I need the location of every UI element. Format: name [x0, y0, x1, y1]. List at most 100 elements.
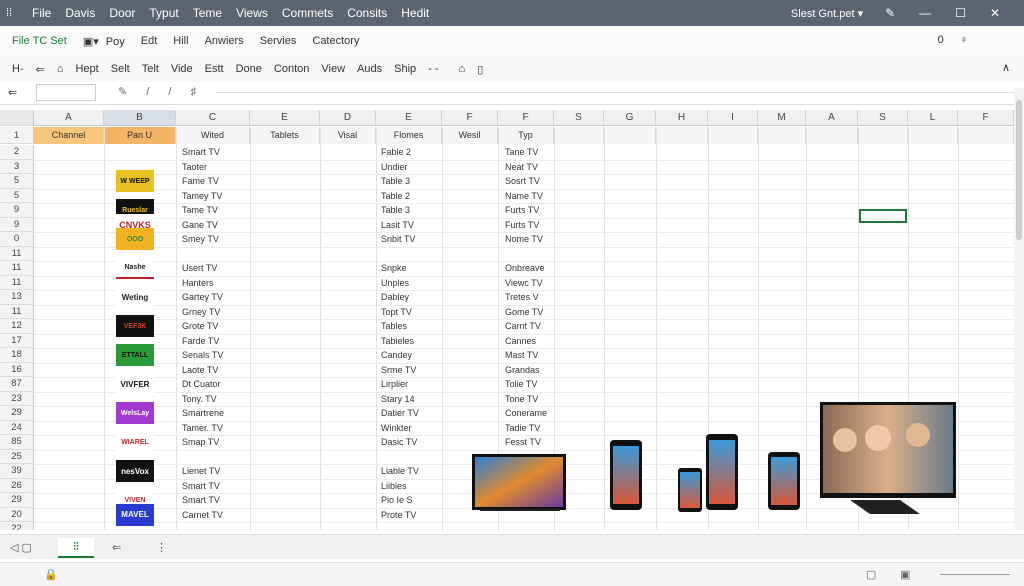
cell-c[interactable]: Farde TV [182, 336, 219, 346]
row-header[interactable]: 3 [0, 160, 34, 175]
home-icon[interactable]: ⌂ [57, 63, 64, 75]
cell-t[interactable]: Furts TV [505, 205, 539, 215]
cell-t[interactable]: Name TV [505, 191, 543, 201]
cell-c[interactable]: Senals TV [182, 350, 223, 360]
column-title-cell[interactable]: Flomes [376, 127, 442, 144]
cell-c[interactable]: Gartey TV [182, 292, 223, 302]
edit-icon[interactable]: ✎ [885, 6, 895, 20]
cell-c[interactable]: Gane TV [182, 220, 218, 230]
column-header[interactable]: E [250, 110, 320, 126]
empty-header-cell[interactable] [708, 127, 758, 144]
minimize-button[interactable]: — [919, 6, 931, 20]
info-icon[interactable]: 0 [938, 34, 944, 46]
column-header[interactable]: L [908, 110, 958, 126]
row-header[interactable]: 11 [0, 276, 34, 291]
name-box[interactable] [36, 84, 96, 101]
empty-header-cell[interactable] [604, 127, 656, 144]
normal-view-icon[interactable]: ▢ [866, 568, 876, 581]
cell-c[interactable]: Grney TV [182, 307, 220, 317]
menu-item-consits[interactable]: Consits [347, 6, 387, 20]
cell-c[interactable]: Carnet TV [182, 510, 223, 520]
column-header[interactable]: H [656, 110, 708, 126]
menu-item-hedit[interactable]: Hedit [401, 6, 429, 20]
row-header[interactable]: 11 [0, 247, 34, 262]
cell-c[interactable]: Smey TV [182, 234, 219, 244]
row-header[interactable]: 23 [0, 392, 34, 407]
empty-header-cell[interactable] [656, 127, 708, 144]
empty-header-cell[interactable] [958, 127, 1014, 144]
menu-item-davis[interactable]: Davis [65, 6, 95, 20]
column-header[interactable]: D [320, 110, 376, 126]
cell-t[interactable]: Onbreave [505, 263, 545, 273]
cell-f[interactable]: Undier [381, 162, 408, 172]
cell-f[interactable]: Fable 2 [381, 147, 411, 157]
cell-f[interactable]: Snpke [381, 263, 407, 273]
cell-f[interactable]: Prote TV [381, 510, 416, 520]
cell-c[interactable]: Tamer. TV [182, 423, 223, 433]
cell-f[interactable]: Srme TV [381, 365, 416, 375]
row-header[interactable]: 87 [0, 377, 34, 392]
row-header[interactable]: 24 [0, 421, 34, 436]
column-header[interactable]: F [498, 110, 554, 126]
toolbar-item-estt[interactable]: Estt [205, 63, 224, 75]
ribbon-tab-catectory[interactable]: Catectory [312, 35, 359, 47]
cell-t[interactable]: Tadie TV [505, 423, 540, 433]
help-icon[interactable]: ♀ [960, 34, 968, 46]
row-header[interactable]: 1 [0, 127, 34, 144]
spreadsheet-grid[interactable]: ABCEDEFFSGHIMASLF1ChannelPan UWitedTable… [0, 110, 1014, 530]
back-arrow-icon[interactable]: ⇐ [36, 63, 45, 76]
cell-c[interactable]: Grote TV [182, 321, 218, 331]
house-icon[interactable]: ⌂ [459, 63, 466, 75]
cell-f[interactable]: Unples [381, 278, 409, 288]
cell-t[interactable]: Tolie TV [505, 379, 537, 389]
cell-c[interactable]: Smart TV [182, 147, 220, 157]
menu-item-views[interactable]: Views [236, 6, 268, 20]
column-header[interactable]: E [376, 110, 442, 126]
collapse-ribbon-icon[interactable]: ∧ [1002, 61, 1010, 74]
toolbar-item-ship[interactable]: Ship [394, 63, 416, 75]
cell-c[interactable]: Hanters [182, 278, 214, 288]
zoom-slider[interactable] [940, 574, 1010, 575]
cell-f[interactable]: Tabieles [381, 336, 414, 346]
cell-f[interactable]: Liibles [381, 481, 407, 491]
cell-f[interactable]: Pio Ie S [381, 495, 413, 505]
toolbar-item-h[interactable]: H- [12, 63, 24, 75]
ribbon-tab-servies[interactable]: Servies [260, 35, 297, 47]
cell-f[interactable]: Candey [381, 350, 412, 360]
cell-t[interactable]: Carnt TV [505, 321, 541, 331]
cell-c[interactable]: Tamey TV [182, 191, 222, 201]
selected-cell[interactable] [859, 209, 907, 223]
sheet-nav-icon[interactable]: ◁ ▢ [10, 541, 32, 554]
column-title-cell[interactable]: Wited [176, 127, 250, 144]
cell-f[interactable]: Liable TV [381, 466, 419, 476]
cell-c[interactable]: Taoter [182, 162, 207, 172]
cell-t[interactable]: Mast TV [505, 350, 538, 360]
cell-t[interactable]: Neat TV [505, 162, 538, 172]
toolbar-item-hept[interactable]: Hept [75, 63, 98, 75]
column-header[interactable]: A [806, 110, 858, 126]
cell-c[interactable]: Smartrene [182, 408, 224, 418]
cell-t[interactable]: Cannes [505, 336, 536, 346]
row-header[interactable]: 26 [0, 479, 34, 494]
restore-button[interactable]: ☐ [955, 6, 966, 20]
cell-t[interactable]: Viewc TV [505, 278, 543, 288]
ribbon-tab-hill[interactable]: Hill [173, 35, 188, 47]
page-layout-icon[interactable]: ▣ [900, 568, 910, 581]
file-tab[interactable]: File TC Set [12, 35, 67, 47]
cell-t[interactable]: Tane TV [505, 147, 538, 157]
column-header[interactable]: C [176, 110, 250, 126]
row-header[interactable]: 18 [0, 348, 34, 363]
cell-t[interactable]: Tretes V [505, 292, 539, 302]
row-header[interactable]: 39 [0, 464, 34, 479]
empty-header-cell[interactable] [806, 127, 858, 144]
back-arrow-icon[interactable]: ⇐ [112, 541, 121, 554]
cell-f[interactable]: Dabley [381, 292, 409, 302]
cell-t[interactable]: Furts TV [505, 220, 539, 230]
empty-header-cell[interactable] [908, 127, 958, 144]
vertical-scrollbar[interactable] [1014, 88, 1024, 530]
cell-t[interactable]: Fesst TV [505, 437, 541, 447]
cell-f[interactable]: Lasit TV [381, 220, 414, 230]
ribbon-tab-edt[interactable]: Edt [141, 35, 158, 47]
column-title-cell[interactable]: Tablets [250, 127, 320, 144]
toolbar-item-telt[interactable]: Telt [142, 63, 159, 75]
